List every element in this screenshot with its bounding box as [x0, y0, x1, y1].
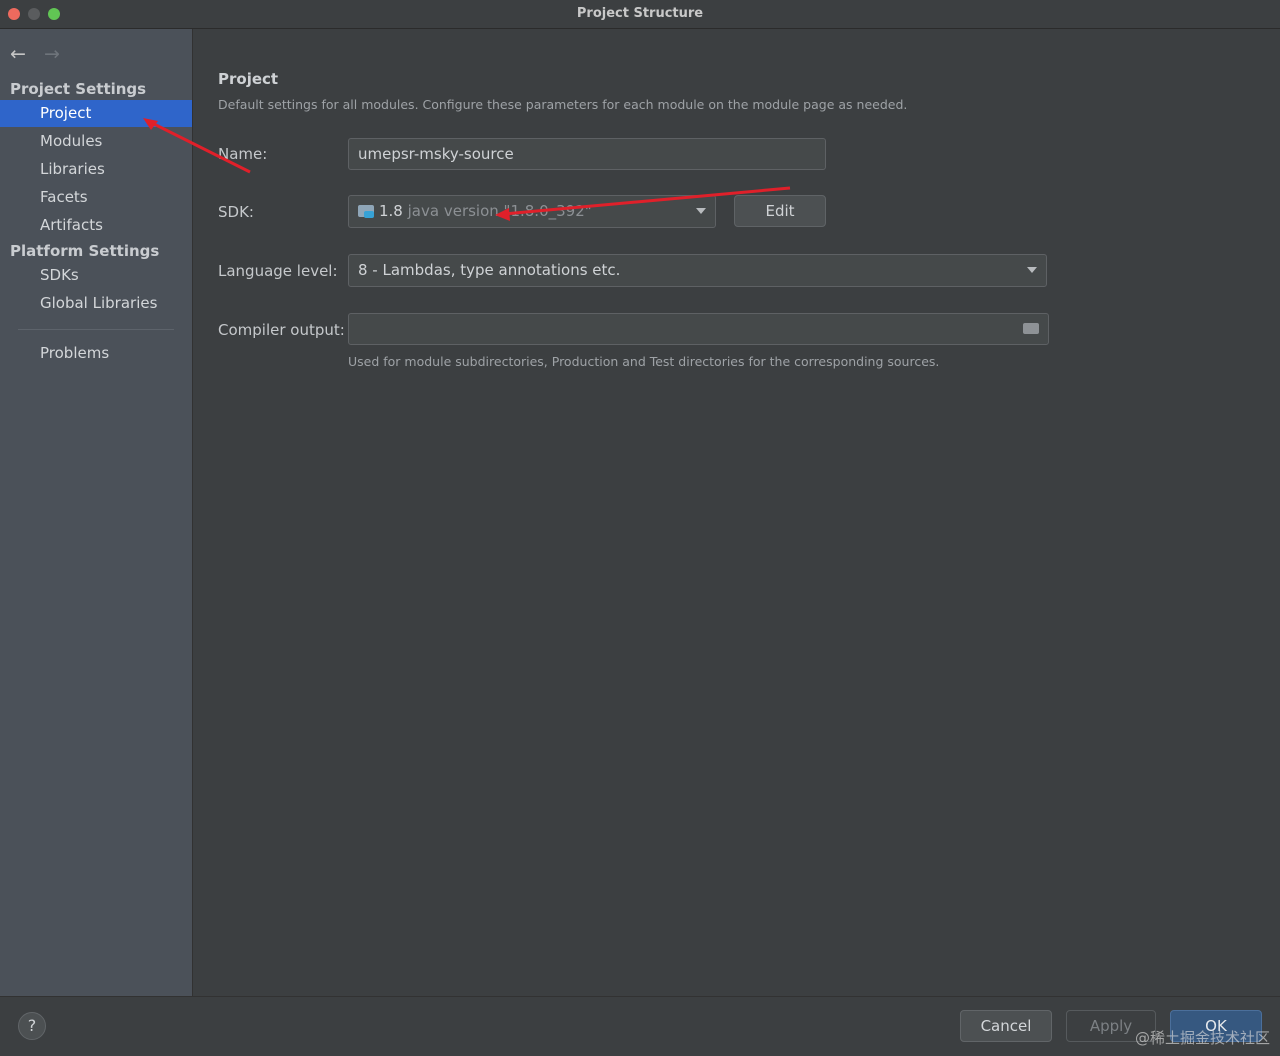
- dialog-footer: ? Cancel Apply OK @稀土掘金技术社区: [0, 996, 1280, 1056]
- compiler-output-input[interactable]: [348, 313, 1049, 345]
- sidebar-item-libraries[interactable]: Libraries: [0, 156, 192, 183]
- sidebar-item-global-libraries[interactable]: Global Libraries: [0, 290, 192, 317]
- sidebar-item-project[interactable]: Project: [0, 100, 192, 127]
- sidebar-item-problems[interactable]: Problems: [0, 340, 192, 367]
- language-level-dropdown[interactable]: 8 - Lambdas, type annotations etc.: [348, 254, 1047, 287]
- sidebar-item-sdks[interactable]: SDKs: [0, 262, 192, 289]
- help-icon[interactable]: ?: [18, 1012, 46, 1040]
- project-name-input[interactable]: umepsr-msky-source: [348, 138, 826, 170]
- title-bar: Project Structure: [0, 0, 1280, 29]
- compiler-output-hint: Used for module subdirectories, Producti…: [348, 354, 940, 369]
- language-level-value: 8 - Lambdas, type annotations etc.: [358, 261, 621, 279]
- project-name-value: umepsr-msky-source: [358, 145, 514, 163]
- dropdown-arrow-icon: [696, 208, 706, 214]
- sdk-folder-icon: [358, 205, 374, 218]
- back-arrow-icon[interactable]: ←: [10, 43, 26, 65]
- sdk-version: 1.8: [379, 202, 403, 220]
- sdk-dropdown[interactable]: 1.8 java version "1.8.0_392": [348, 195, 716, 228]
- sdk-edit-button[interactable]: Edit: [734, 195, 826, 227]
- watermark: @稀土掘金技术社区: [1134, 1029, 1270, 1047]
- forward-arrow-icon[interactable]: →: [44, 43, 60, 65]
- sdk-detail: java version "1.8.0_392": [407, 202, 592, 220]
- window-title: Project Structure: [576, 6, 704, 21]
- sidebar-item-facets[interactable]: Facets: [0, 184, 192, 211]
- project-settings-panel: Project Default settings for all modules…: [193, 29, 1280, 996]
- cancel-button[interactable]: Cancel: [960, 1010, 1052, 1042]
- language-level-label: Language level:: [218, 262, 338, 280]
- compiler-output-label: Compiler output:: [218, 321, 345, 339]
- sidebar-item-modules[interactable]: Modules: [0, 128, 192, 155]
- page-title: Project: [218, 70, 279, 88]
- platform-settings-header: Platform Settings: [10, 242, 160, 260]
- sidebar-item-artifacts[interactable]: Artifacts: [0, 212, 192, 239]
- project-settings-header: Project Settings: [10, 80, 147, 98]
- browse-folder-icon[interactable]: [1023, 323, 1039, 334]
- dropdown-arrow-icon: [1027, 267, 1037, 273]
- name-label: Name:: [218, 145, 268, 163]
- page-description: Default settings for all modules. Config…: [218, 97, 908, 112]
- sidebar: ← → Project Settings Project Modules Lib…: [0, 29, 193, 996]
- sdk-label: SDK:: [218, 203, 254, 221]
- sidebar-divider: [18, 329, 174, 330]
